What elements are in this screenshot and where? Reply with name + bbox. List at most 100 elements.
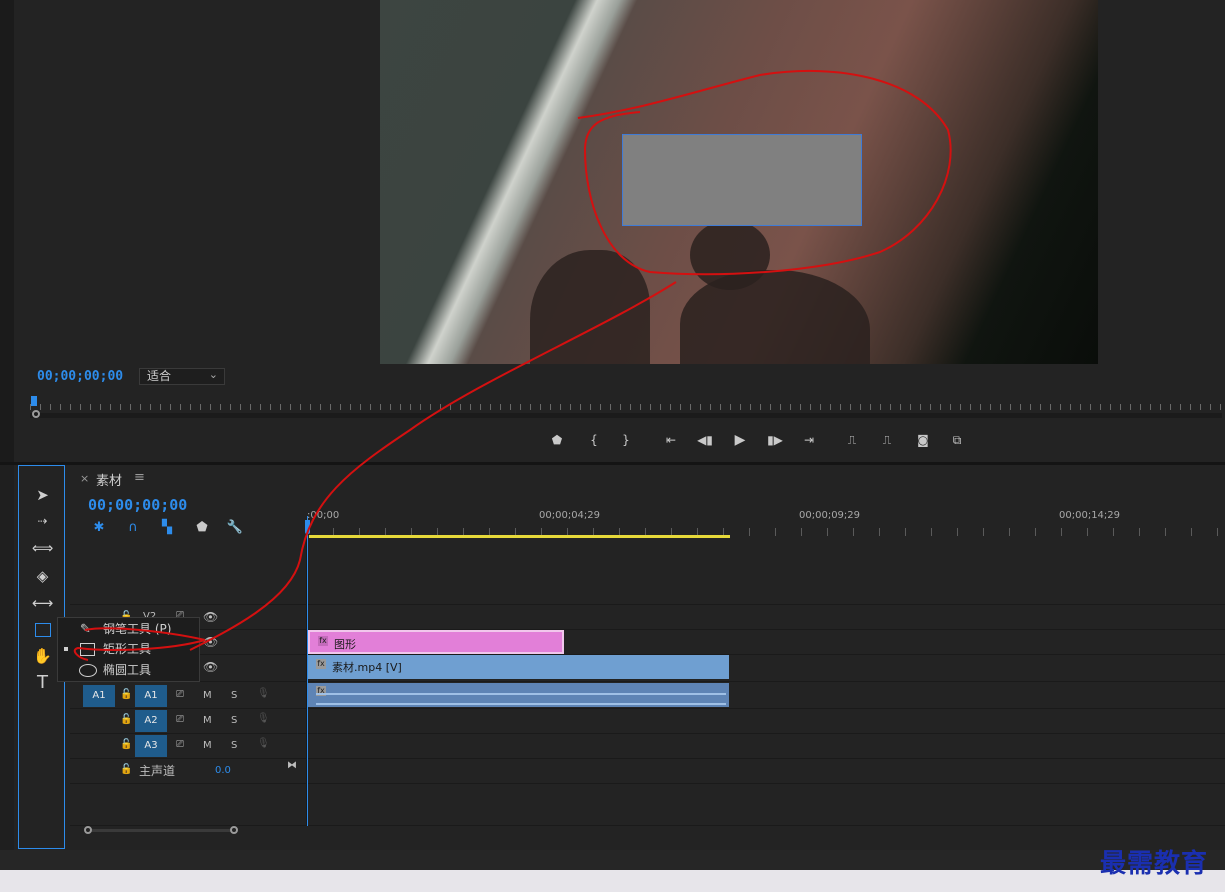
status-bar — [0, 850, 1225, 870]
play-icon[interactable]: ▶ — [731, 432, 749, 448]
ellipse-tool-item[interactable]: 椭圆工具 — [58, 660, 201, 681]
track-a2-target[interactable]: A2 — [135, 710, 167, 732]
track-a3-sync-icon[interactable]: ⎚ — [176, 739, 184, 750]
ellipse-tool-label: 椭圆工具 — [103, 663, 152, 677]
left-edge-strip — [0, 465, 14, 850]
monitor-time-ruler[interactable] — [30, 398, 1222, 412]
scroll-handle-left[interactable] — [84, 826, 92, 834]
timeline-zoom-scrollbar[interactable] — [84, 826, 238, 834]
track-a1-target[interactable]: A1 — [135, 685, 167, 707]
pen-tool-item[interactable]: ✎ 钢笔工具 (P) — [58, 619, 201, 640]
track-a2-mic-icon[interactable]: 🎙 — [257, 713, 270, 724]
ripple-edit-tool-icon[interactable]: ⟺ — [19, 536, 66, 560]
rectangle-tool-label: 矩形工具 — [103, 642, 152, 656]
timeline-playhead[interactable] — [305, 520, 310, 534]
shadow-shape — [530, 250, 650, 364]
go-to-out-icon[interactable]: ⇥ — [800, 432, 818, 448]
lift-icon[interactable]: ⎍ — [843, 432, 861, 448]
track-a1-mic-icon[interactable]: 🎙 — [257, 688, 270, 699]
track-a3-mute-button[interactable]: M — [203, 740, 212, 751]
work-area-bar[interactable] — [309, 535, 730, 538]
mark-out-icon[interactable]: } — [617, 432, 635, 448]
audio-waveform — [316, 703, 726, 705]
scroll-handle[interactable] — [32, 410, 40, 418]
scroll-handle-right[interactable] — [230, 826, 238, 834]
track-a3-lock-icon[interactable]: 🔓 — [120, 739, 132, 750]
source-a1-toggle[interactable]: A1 — [83, 685, 115, 707]
camera-icon[interactable]: ◙ — [914, 432, 932, 448]
track-a1-solo-button[interactable]: S — [231, 690, 237, 701]
program-timecode[interactable]: 00;00;00;00 — [37, 369, 123, 384]
ellipse-icon — [79, 664, 97, 677]
ruler-label: 00;00;14;29 — [1059, 510, 1121, 521]
audio-waveform — [316, 693, 726, 695]
active-dot-icon — [64, 647, 68, 651]
video-preview[interactable] — [380, 0, 1098, 364]
extract-icon[interactable]: ⎍ — [878, 432, 896, 448]
selection-tool-icon[interactable]: ➤ — [19, 483, 66, 507]
track-a1-lock-icon[interactable]: 🔓 — [120, 689, 132, 700]
track-divider — [70, 758, 1225, 759]
snap-magnet-icon[interactable]: ∩ — [124, 520, 142, 536]
slip-tool-icon[interactable]: ⟷ — [19, 591, 66, 615]
go-to-in-icon[interactable]: ⇤ — [662, 432, 680, 448]
master-volume-value[interactable]: 0.0 — [215, 765, 231, 776]
wrench-icon[interactable]: 🔧 — [226, 520, 244, 536]
linked-selection-icon[interactable]: ▚ — [158, 520, 176, 536]
track-select-tool-icon[interactable]: ⇢ — [19, 509, 66, 533]
master-track-label: 主声道 — [139, 764, 176, 778]
nest-icon[interactable]: ✱ — [90, 520, 108, 536]
razor-tool-icon[interactable]: ◈ — [19, 564, 66, 588]
master-end-icon[interactable]: ⧓ — [287, 760, 297, 771]
ruler-label: 00;00;04;29 — [539, 510, 601, 521]
track-v1-eye-icon[interactable]: 👁 — [203, 635, 218, 649]
track-v2-eye-icon[interactable]: 👁 — [203, 610, 218, 624]
panel-menu-icon[interactable]: ≡ — [134, 470, 145, 485]
track-divider — [70, 681, 1225, 682]
ruler-label: :00;00 — [307, 510, 340, 521]
fx-icon: fx — [318, 636, 328, 646]
video-clip-label: 素材.mp4 [V] — [332, 661, 402, 674]
timeline-playhead-line[interactable] — [307, 516, 308, 826]
mark-in-icon[interactable]: { — [585, 432, 603, 448]
timeline-timecode[interactable]: 00;00;00;00 — [88, 496, 187, 514]
rectangle-tool-item[interactable]: 矩形工具 — [58, 639, 201, 660]
pen-icon: ✎ — [80, 622, 91, 637]
monitor-playhead[interactable] — [31, 396, 37, 406]
master-lock-icon[interactable]: 🔓 — [120, 764, 132, 775]
track-v1-eye-icon-2[interactable]: 👁 — [203, 660, 218, 674]
drawn-rectangle-graphic[interactable] — [622, 134, 862, 226]
track-a2-solo-button[interactable]: S — [231, 715, 237, 726]
track-a1-sync-icon[interactable]: ⎚ — [176, 689, 184, 700]
close-icon[interactable]: × — [80, 472, 89, 485]
track-divider — [70, 604, 1225, 605]
track-divider — [70, 783, 1225, 784]
track-divider — [70, 733, 1225, 734]
track-a3-solo-button[interactable]: S — [231, 740, 237, 751]
track-a3-mic-icon[interactable]: 🎙 — [257, 738, 270, 749]
audio-clip[interactable]: fx — [308, 683, 729, 707]
step-forward-icon[interactable]: ▮▶ — [766, 432, 784, 448]
fit-select-value: 适合 — [147, 369, 172, 383]
step-back-icon[interactable]: ◀▮ — [696, 432, 714, 448]
tool-flyout-menu: ✎ 钢笔工具 (P) 矩形工具 椭圆工具 — [57, 617, 200, 682]
video-clip[interactable]: fx 素材.mp4 [V] — [308, 655, 729, 679]
compare-view-icon[interactable]: ⧉ — [948, 432, 966, 448]
fx-icon: fx — [316, 659, 326, 669]
shadow-shape — [680, 270, 870, 364]
chevron-down-icon: ⌄ — [208, 368, 218, 381]
add-marker-icon[interactable]: ⬟ — [193, 520, 211, 536]
pen-tool-label: 钢笔工具 (P) — [103, 622, 172, 636]
scroll-track[interactable] — [88, 829, 234, 832]
monitor-zoom-scrollbar[interactable] — [30, 413, 1222, 418]
rectangle-icon — [80, 643, 95, 656]
graphic-clip[interactable]: fx 图形 — [308, 630, 564, 654]
track-a2-lock-icon[interactable]: 🔓 — [120, 714, 132, 725]
track-a2-sync-icon[interactable]: ⎚ — [176, 714, 184, 725]
track-a3-target[interactable]: A3 — [135, 735, 167, 757]
add-marker-icon[interactable]: ⬟ — [548, 432, 566, 448]
sequence-tab[interactable]: 素材 — [96, 470, 122, 489]
track-a1-mute-button[interactable]: M — [203, 690, 212, 701]
track-a2-mute-button[interactable]: M — [203, 715, 212, 726]
fit-zoom-select[interactable]: 适合 ⌄ — [139, 368, 225, 385]
